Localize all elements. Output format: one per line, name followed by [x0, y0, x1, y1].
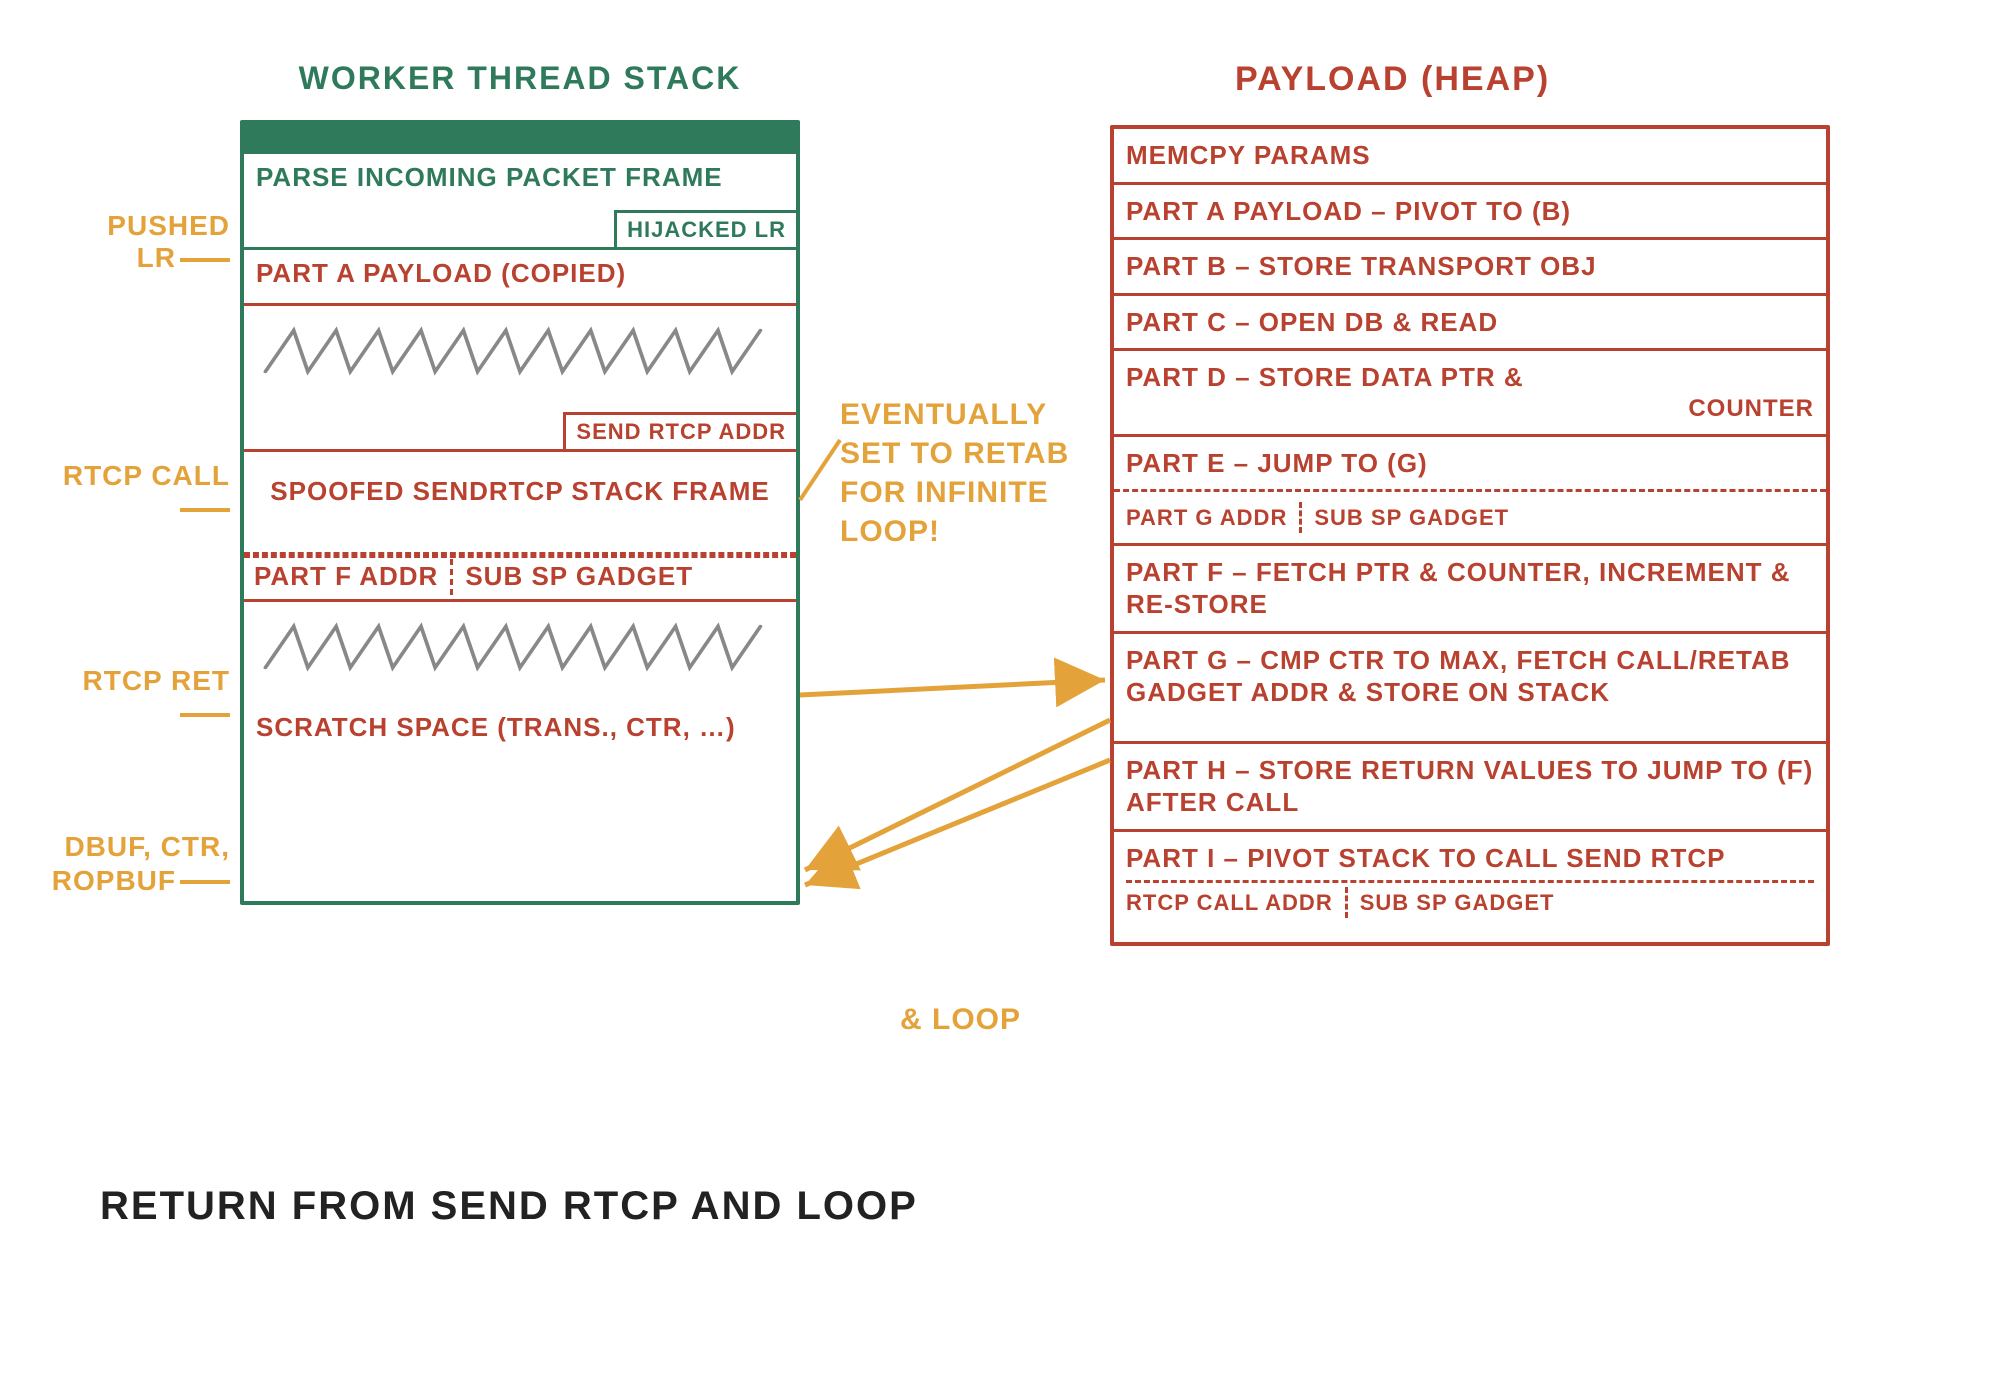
- stack-row-spoofed-frame-label: SPOOFED SENDRTCP STACK FRAME: [270, 476, 769, 506]
- tick-icon: [180, 880, 230, 884]
- stack-row-spoofed-frame: SPOOFED SENDRTCP STACK FRAME PART F ADDR…: [244, 452, 796, 602]
- stack-row-rtcp-ret-split: PART F ADDR SUB SP GADGET: [254, 559, 786, 595]
- stack-row-parse-frame: PARSE INCOMING PACKET FRAME HIJACKED LR: [244, 154, 796, 250]
- stack-hijacked-lr: HIJACKED LR: [614, 210, 796, 247]
- heap-row-part-b: PART B – STORE TRANSPORT OBJ: [1114, 240, 1826, 296]
- heap-row-part-f: PART F – FETCH PTR & COUNTER, INCREMENT …: [1114, 546, 1826, 634]
- anno-rtcp-ret-text: RTCP RET: [83, 665, 231, 696]
- heap-title: PAYLOAD (HEAP): [1235, 60, 1550, 99]
- split-separator-icon: [1299, 502, 1302, 533]
- note-and-loop: & LOOP: [900, 1000, 1021, 1039]
- heap-box: MEMCPY PARAMS PART A PAYLOAD – PIVOT TO …: [1110, 125, 1830, 946]
- split-separator-icon: [1345, 887, 1348, 918]
- heap-row-part-c: PART C – OPEN DB & READ: [1114, 296, 1826, 352]
- diagram-canvas: WORKER THREAD STACK PARSE INCOMING PACKE…: [0, 0, 2000, 1390]
- stack-part-f-addr: PART F ADDR: [254, 561, 438, 592]
- stack-sub-sp-gadget: SUB SP GADGET: [465, 561, 693, 592]
- caption: RETURN FROM SEND RTCP AND LOOP: [100, 1180, 918, 1232]
- anno-dbuf: DBUF, CTR, ROPBUF: [50, 830, 230, 897]
- stack-send-rtcp-addr: SEND RTCP ADDR: [563, 412, 796, 449]
- heap-row-part-d-l1: PART D – STORE DATA PTR &: [1126, 362, 1524, 392]
- heap-row-part-i-l1: PART I – PIVOT STACK TO CALL SEND RTCP: [1126, 843, 1725, 873]
- anno-rtcp-call-text: RTCP CALL: [63, 460, 230, 491]
- split-separator-icon: [450, 559, 453, 595]
- anno-dbuf-text: DBUF, CTR, ROPBUF: [52, 831, 230, 896]
- stack-scribble-2: [244, 602, 796, 692]
- heap-row-part-d: PART D – STORE DATA PTR & COUNTER: [1114, 351, 1826, 437]
- heap-row-part-h: PART H – STORE RETURN VALUES TO JUMP TO …: [1114, 744, 1826, 832]
- anno-rtcp-ret: RTCP RET: [60, 665, 230, 729]
- anno-pushed-lr-text: PUSHED LR: [107, 210, 230, 273]
- anno-pushed-lr: PUSHED LR: [60, 210, 230, 274]
- stack-scribble-1: [244, 306, 796, 396]
- stack-row-scratch: SCRATCH SPACE (TRANS., CTR, …): [244, 692, 796, 751]
- heap-row-part-d-l2: COUNTER: [1126, 394, 1814, 424]
- tick-icon: [180, 258, 230, 262]
- stack-box: PARSE INCOMING PACKET FRAME HIJACKED LR …: [240, 120, 800, 905]
- heap-part-i-gadget: SUB SP GADGET: [1360, 889, 1555, 917]
- heap-row-part-a: PART A PAYLOAD – PIVOT TO (B): [1114, 185, 1826, 241]
- heap-part-g-gadget: SUB SP GADGET: [1314, 504, 1509, 532]
- stack-head-stripe: [244, 124, 796, 154]
- heap-part-g-addr: PART G ADDR: [1126, 504, 1287, 532]
- stack-row-rtcp-call: SEND RTCP ADDR: [244, 396, 796, 452]
- stack-title: WORKER THREAD STACK: [240, 60, 800, 97]
- heap-row-part-e: PART E – JUMP TO (G): [1114, 437, 1826, 493]
- heap-row-memcpy: MEMCPY PARAMS: [1114, 129, 1826, 185]
- tick-icon: [180, 508, 230, 512]
- heap-row-part-g: PART G – CMP CTR TO MAX, FETCH CALL/RETA…: [1114, 634, 1826, 744]
- stack-row-part-a: PART A PAYLOAD (COPIED): [244, 250, 796, 306]
- heap-row-part-e-sub: PART G ADDR SUB SP GADGET: [1114, 492, 1826, 546]
- anno-rtcp-call: RTCP CALL: [60, 460, 230, 524]
- stack-row-parse-frame-label: PARSE INCOMING PACKET FRAME: [256, 162, 723, 192]
- note-eventually: EVENTUALLY SET TO RETAB FOR INFINITE LOO…: [840, 395, 1095, 551]
- heap-row-part-i: PART I – PIVOT STACK TO CALL SEND RTCP R…: [1114, 832, 1826, 942]
- tick-icon: [180, 713, 230, 717]
- heap-part-i-addr: RTCP CALL ADDR: [1126, 889, 1333, 917]
